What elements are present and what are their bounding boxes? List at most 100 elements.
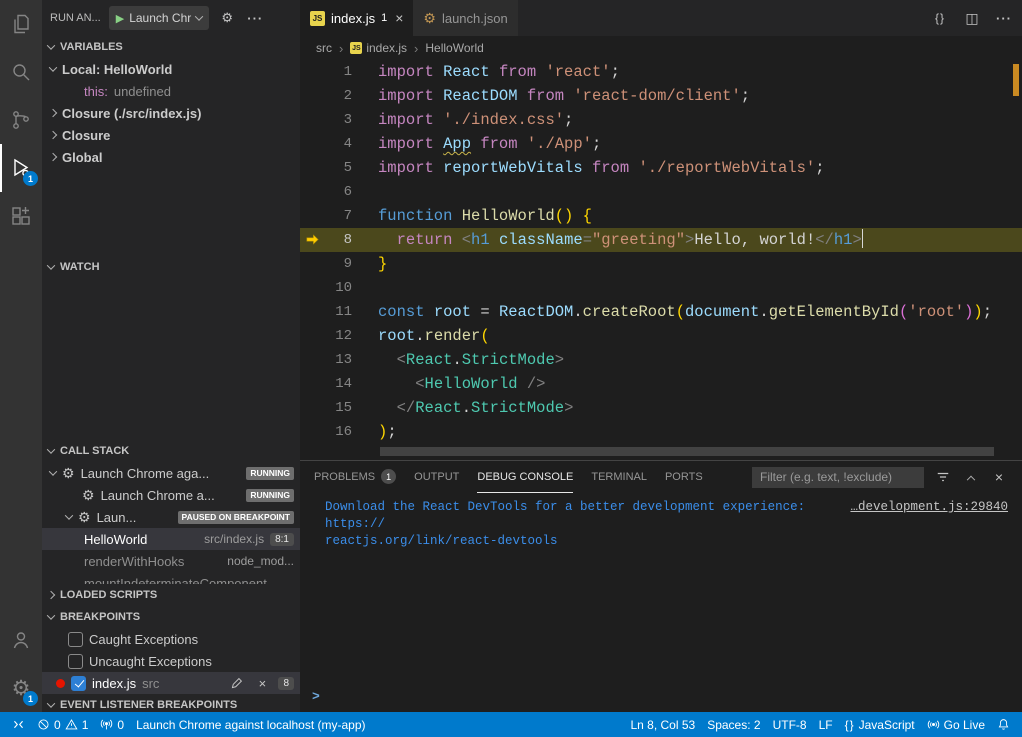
notifications-bell-icon[interactable] [991, 712, 1016, 737]
problems-status[interactable]: 0 1 [31, 712, 94, 737]
code-line-4[interactable]: 4import App from './App'; [300, 132, 1022, 156]
code-line-10[interactable]: 10 [300, 276, 1022, 300]
debug-session-row[interactable]: ⚙ Launch Chrome a... RUNNING [42, 484, 300, 506]
eol-sequence[interactable]: LF [813, 712, 839, 737]
section-watch[interactable]: WATCH [42, 256, 300, 278]
code-line-11[interactable]: 11const root = ReactDOM.createRoot(docum… [300, 300, 1022, 324]
panel-close-icon[interactable]: × [990, 468, 1008, 486]
indentation[interactable]: Spaces: 2 [701, 712, 766, 737]
code-line-5[interactable]: 5import reportWebVitals from './reportWe… [300, 156, 1022, 180]
tab-output[interactable]: OUTPUT [414, 461, 459, 493]
horizontal-scrollbar[interactable] [380, 447, 994, 456]
breakpoint-row-uncaught[interactable]: Uncaught Exceptions [42, 650, 300, 672]
variable-this[interactable]: this: undefined [42, 80, 300, 102]
sidebar-more-icon[interactable]: ··· [245, 8, 265, 28]
editor-more-icon[interactable]: ··· [994, 8, 1014, 28]
code-line-16[interactable]: 16); [300, 420, 1022, 444]
debug-session-row[interactable]: ⚙ Launch Chrome aga... RUNNING [42, 462, 300, 484]
tab-terminal[interactable]: TERMINAL [591, 461, 647, 493]
checkbox-unchecked[interactable] [68, 632, 83, 647]
line-number[interactable]: 9 [300, 252, 378, 276]
code-line-8[interactable]: 8 return <h1 className="greeting">Hello,… [300, 228, 1022, 252]
ports-status[interactable]: 0 [94, 712, 130, 737]
stack-frame-row[interactable]: HelloWorld src/index.js 8:1 [42, 528, 300, 550]
console-filter-input[interactable] [752, 467, 924, 488]
close-tab-icon[interactable]: × [395, 10, 403, 26]
checkbox-checked[interactable] [71, 676, 86, 691]
debug-session-row[interactable]: ⚙ Laun... PAUSED ON BREAKPOINT [42, 506, 300, 528]
source-control-icon[interactable] [0, 96, 42, 144]
section-breakpoints[interactable]: BREAKPOINTS [42, 606, 300, 628]
line-number[interactable]: 6 [300, 180, 378, 204]
code-line-7[interactable]: 7function HelloWorld() { [300, 204, 1022, 228]
section-event-listener-breakpoints[interactable]: EVENT LISTENER BREAKPOINTS [42, 694, 300, 712]
stack-frame-row[interactable]: mountIndeterminateComponent [42, 572, 300, 584]
run-debug-icon[interactable]: 1 [0, 144, 42, 192]
code-line-12[interactable]: 12root.render( [300, 324, 1022, 348]
line-number[interactable]: 8 [300, 228, 378, 252]
line-number[interactable]: 12 [300, 324, 378, 348]
explorer-icon[interactable] [0, 0, 42, 48]
breadcrumb-src[interactable]: src [316, 41, 332, 55]
line-number[interactable]: 11 [300, 300, 378, 324]
code-line-9[interactable]: 9} [300, 252, 1022, 276]
tab-ports[interactable]: PORTS [665, 461, 703, 493]
braces-icon[interactable]: {} [930, 8, 950, 28]
code-line-1[interactable]: 1import React from 'react'; [300, 60, 1022, 84]
line-number[interactable]: 7 [300, 204, 378, 228]
line-number[interactable]: 4 [300, 132, 378, 156]
go-live-button[interactable]: Go Live [921, 712, 991, 737]
remote-indicator-icon[interactable] [6, 712, 31, 737]
console-input-prompt[interactable]: > [312, 689, 320, 704]
settings-gear-icon[interactable]: ⚙ 1 [0, 664, 42, 712]
filter-icon[interactable] [934, 468, 952, 486]
line-number[interactable]: 1 [300, 60, 378, 84]
line-number[interactable]: 14 [300, 372, 378, 396]
line-number[interactable]: 13 [300, 348, 378, 372]
language-mode[interactable]: {} JavaScript [839, 712, 921, 737]
stack-frame-row[interactable]: renderWithHooks node_mod... [42, 550, 300, 572]
breadcrumb-helloworld[interactable]: HelloWorld [425, 41, 483, 55]
variable-scope-closure-2[interactable]: Closure [42, 124, 300, 146]
line-number[interactable]: 3 [300, 108, 378, 132]
search-icon[interactable] [0, 48, 42, 96]
line-number[interactable]: 10 [300, 276, 378, 300]
debug-launch-status[interactable]: Launch Chrome against localhost (my-app) [130, 712, 371, 737]
tab-problems[interactable]: PROBLEMS 1 [314, 461, 396, 493]
variable-scope-closure-1[interactable]: Closure (./src/index.js) [42, 102, 300, 124]
line-number[interactable]: 15 [300, 396, 378, 420]
code-line-15[interactable]: 15 </React.StrictMode> [300, 396, 1022, 420]
code-area[interactable]: 1import React from 'react';2import React… [300, 60, 1022, 450]
line-number[interactable]: 2 [300, 84, 378, 108]
code-line-2[interactable]: 2import ReactDOM from 'react-dom/client'… [300, 84, 1022, 108]
section-call-stack[interactable]: CALL STACK [42, 440, 300, 462]
breadcrumb-indexjs[interactable]: JS index.js [350, 41, 407, 55]
breakpoint-row-indexjs[interactable]: index.js src × 8 [42, 672, 300, 694]
accounts-icon[interactable] [0, 616, 42, 664]
extensions-icon[interactable] [0, 192, 42, 240]
tab-indexjs[interactable]: JS index.js 1 × [300, 0, 413, 36]
variable-scope-global[interactable]: Global [42, 146, 300, 168]
section-loaded-scripts[interactable]: LOADED SCRIPTS [42, 584, 300, 606]
code-line-14[interactable]: 14 <HelloWorld /> [300, 372, 1022, 396]
section-variables[interactable]: VARIABLES [42, 36, 300, 58]
code-line-3[interactable]: 3import './index.css'; [300, 108, 1022, 132]
split-editor-icon[interactable]: ◫ [962, 8, 982, 28]
remove-breakpoint-icon[interactable]: × [252, 673, 272, 693]
tab-launchjson[interactable]: ⚙ launch.json [413, 0, 518, 36]
line-number[interactable]: 16 [300, 420, 378, 444]
breakpoint-row-caught[interactable]: Caught Exceptions [42, 628, 300, 650]
cursor-position[interactable]: Ln 8, Col 53 [624, 712, 701, 737]
panel-maximize-icon[interactable] [962, 468, 980, 486]
line-number[interactable]: 5 [300, 156, 378, 180]
source-location-link[interactable]: …development.js:29840 [840, 499, 1008, 533]
code-line-13[interactable]: 13 <React.StrictMode> [300, 348, 1022, 372]
code-line-6[interactable]: 6 [300, 180, 1022, 204]
edit-breakpoint-icon[interactable] [226, 673, 246, 693]
tab-debug-console[interactable]: DEBUG CONSOLE [477, 461, 573, 493]
debug-settings-gear-icon[interactable]: ⚙ [217, 8, 237, 28]
variable-scope-local[interactable]: Local: HelloWorld [42, 58, 300, 80]
checkbox-unchecked[interactable] [68, 654, 83, 669]
launch-config-dropdown[interactable]: ▶ Launch Chr [109, 6, 210, 30]
encoding[interactable]: UTF-8 [767, 712, 813, 737]
